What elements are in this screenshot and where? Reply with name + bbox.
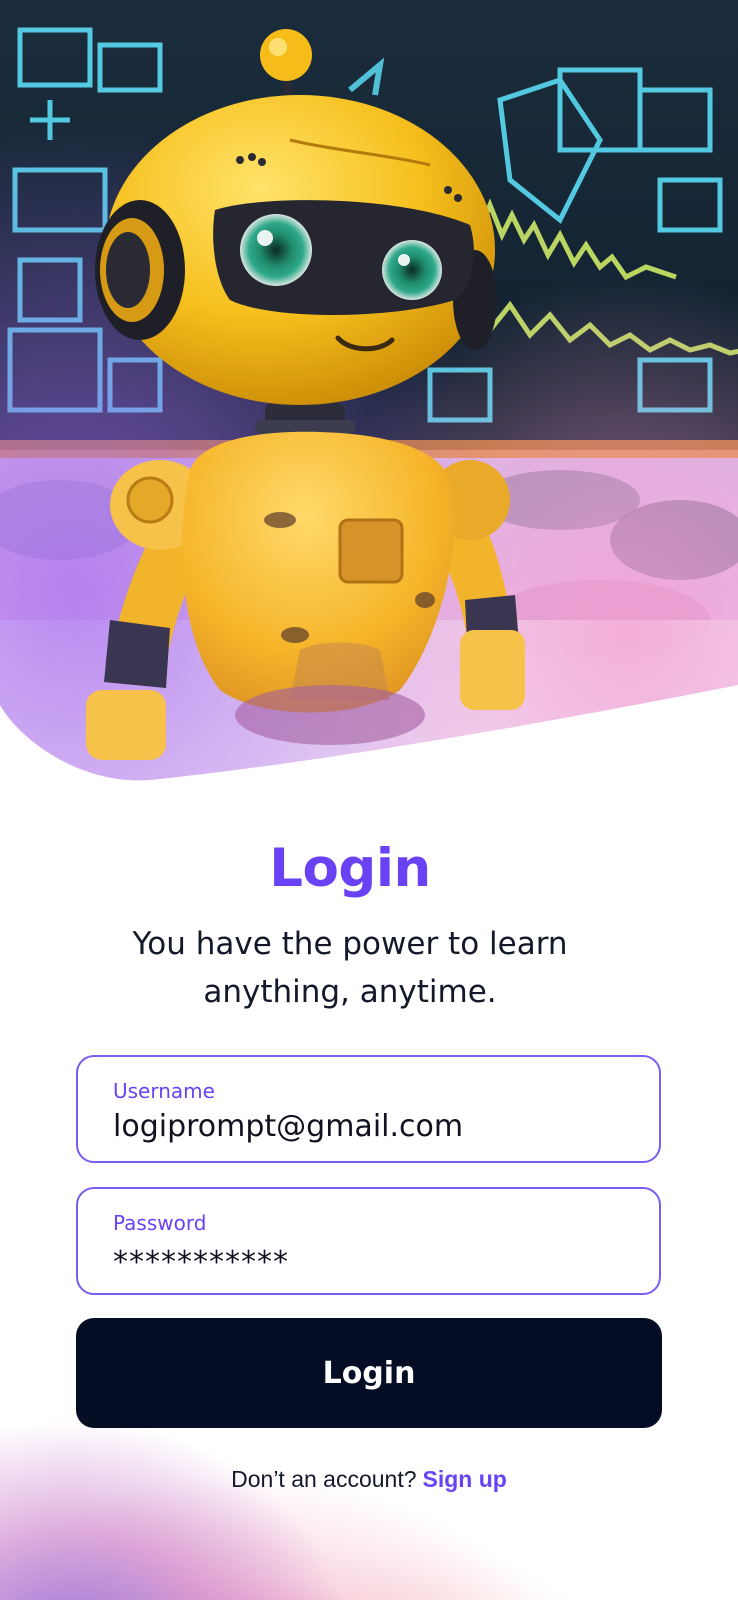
- subtitle-line-1: You have the power to learn: [132, 926, 568, 962]
- login-button[interactable]: Login: [76, 1318, 662, 1428]
- password-label: Password: [113, 1211, 207, 1235]
- page-subtitle: You have the power to learn anything, an…: [100, 920, 600, 1016]
- signup-link[interactable]: Sign up: [423, 1466, 507, 1492]
- password-field[interactable]: Password ***********: [76, 1187, 661, 1295]
- page-title: Login: [269, 838, 431, 899]
- robot-mascot-image: [0, 0, 738, 781]
- password-input[interactable]: ***********: [113, 1245, 633, 1280]
- username-label: Username: [113, 1079, 215, 1103]
- signup-prompt-text: Don’t an account?: [231, 1466, 417, 1492]
- signup-prompt: Don’t an account? Sign up: [0, 1466, 738, 1493]
- subtitle-line-2: anything, anytime.: [203, 974, 497, 1010]
- username-field[interactable]: Username: [76, 1055, 661, 1163]
- username-input[interactable]: [113, 1109, 633, 1144]
- hero-illustration: [0, 0, 738, 790]
